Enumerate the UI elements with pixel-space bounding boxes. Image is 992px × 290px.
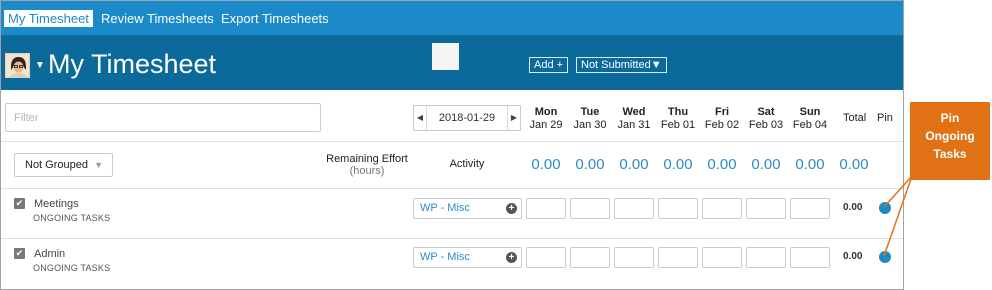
grouping-value: Not Grouped <box>25 159 88 171</box>
plus-circle-icon[interactable]: + <box>506 252 517 263</box>
day-date: Feb 04 <box>792 119 828 131</box>
hours-input-fri[interactable] <box>702 198 742 219</box>
activity-value: WP - Misc <box>420 251 470 263</box>
callout-line: Ongoing <box>925 129 975 143</box>
day-total-sun: 0.00 <box>795 156 825 173</box>
day-date: Jan 29 <box>529 119 563 131</box>
prev-week-icon[interactable]: ◀ <box>414 106 427 130</box>
pin-column-header: Pin <box>877 112 893 124</box>
placeholder-image <box>432 43 459 70</box>
tab-my-timesheet[interactable]: My Timesheet <box>4 10 93 27</box>
hours-input-mon[interactable] <box>526 198 566 219</box>
task-name: Admin <box>34 248 66 260</box>
hours-input-wed[interactable] <box>614 247 654 268</box>
caret-down-icon[interactable]: ▼ <box>35 60 45 71</box>
next-week-icon[interactable]: ▶ <box>507 106 520 130</box>
day-name: Wed <box>622 106 646 118</box>
day-date: Jan 31 <box>617 119 651 131</box>
hours-input-wed[interactable] <box>614 198 654 219</box>
task-total: 0.00 <box>843 202 863 213</box>
total-column-header: Total <box>843 112 867 124</box>
day-header-tue: Tue Jan 30 <box>570 106 610 132</box>
grand-total: 0.00 <box>839 156 869 173</box>
hours-input-thu[interactable] <box>658 198 698 219</box>
task-group-label: ONGOING TASKS <box>33 213 111 223</box>
day-header-sat: Sat Feb 03 <box>746 106 786 132</box>
day-total-wed: 0.00 <box>619 156 649 173</box>
day-date: Feb 01 <box>660 119 696 131</box>
activity-select[interactable]: WP - Misc + <box>413 247 522 268</box>
activity-value: WP - Misc <box>420 202 470 214</box>
filter-input[interactable] <box>5 103 321 132</box>
hours-input-fri[interactable] <box>702 247 742 268</box>
remaining-effort-label: Remaining Effort <box>326 153 408 165</box>
task-name: Meetings <box>34 198 79 210</box>
day-date: Jan 30 <box>573 119 607 131</box>
date-picker: ◀ 2018-01-29 ▶ <box>413 105 521 131</box>
task-checkbox[interactable]: ✔ <box>14 198 25 209</box>
day-total-thu: 0.00 <box>663 156 693 173</box>
day-header-thu: Thu Feb 01 <box>658 106 698 132</box>
grouping-dropdown[interactable]: Not Grouped ▼ <box>14 153 113 177</box>
page-title: My Timesheet <box>48 49 217 79</box>
divider <box>1 238 903 239</box>
divider <box>1 141 903 142</box>
remaining-effort-header: Remaining Effort (hours) <box>319 153 415 177</box>
hours-input-sun[interactable] <box>790 247 830 268</box>
top-nav: My Timesheet Review Timesheets Export Ti… <box>1 1 903 35</box>
day-name: Sun <box>799 106 821 118</box>
task-checkbox[interactable]: ✔ <box>14 248 25 259</box>
tab-export-timesheets[interactable]: Export Timesheets <box>221 10 329 27</box>
day-name: Sat <box>757 106 775 118</box>
hours-input-sun[interactable] <box>790 198 830 219</box>
day-header-wed: Wed Jan 31 <box>614 106 654 132</box>
task-group-label: ONGOING TASKS <box>33 263 111 273</box>
status-dropdown[interactable]: Not Submitted▼ <box>576 57 667 73</box>
day-name: Mon <box>534 106 558 118</box>
user-avatar-icon[interactable] <box>5 53 30 78</box>
pin-toggle[interactable] <box>879 202 891 214</box>
callout-line: Pin <box>940 111 960 125</box>
day-total-fri: 0.00 <box>707 156 737 173</box>
day-header-mon: Mon Jan 29 <box>526 106 566 132</box>
chevron-down-icon: ▼ <box>94 160 103 170</box>
pin-callout: Pin Ongoing Tasks <box>910 102 990 180</box>
day-total-tue: 0.00 <box>575 156 605 173</box>
hours-input-tue[interactable] <box>570 247 610 268</box>
activity-select[interactable]: WP - Misc + <box>413 198 522 219</box>
day-header-fri: Fri Feb 02 <box>702 106 742 132</box>
callout-line: Tasks <box>933 147 967 161</box>
day-date: Feb 02 <box>704 119 740 131</box>
add-button[interactable]: Add + <box>529 57 569 73</box>
hours-input-mon[interactable] <box>526 247 566 268</box>
week-start-date[interactable]: 2018-01-29 <box>428 106 506 130</box>
day-date: Feb 03 <box>748 119 784 131</box>
day-total-sat: 0.00 <box>751 156 781 173</box>
day-header-sun: Sun Feb 04 <box>790 106 830 132</box>
page-header: ▼ My Timesheet Add + Not Submitted▼ <box>1 35 903 90</box>
day-name: Thu <box>667 106 689 118</box>
hours-input-sat[interactable] <box>746 247 786 268</box>
tab-review-timesheets[interactable]: Review Timesheets <box>101 10 214 27</box>
plus-circle-icon[interactable]: + <box>506 203 517 214</box>
hours-input-sat[interactable] <box>746 198 786 219</box>
remaining-effort-unit: (hours) <box>349 165 385 177</box>
activity-header: Activity <box>449 158 485 170</box>
timesheet-window: My Timesheet Review Timesheets Export Ti… <box>0 0 904 290</box>
day-name: Tue <box>580 106 600 118</box>
divider <box>1 188 903 189</box>
pin-toggle[interactable] <box>879 251 891 263</box>
day-name: Fri <box>714 106 730 118</box>
hours-input-tue[interactable] <box>570 198 610 219</box>
task-total: 0.00 <box>843 251 863 262</box>
day-total-mon: 0.00 <box>531 156 561 173</box>
hours-input-thu[interactable] <box>658 247 698 268</box>
